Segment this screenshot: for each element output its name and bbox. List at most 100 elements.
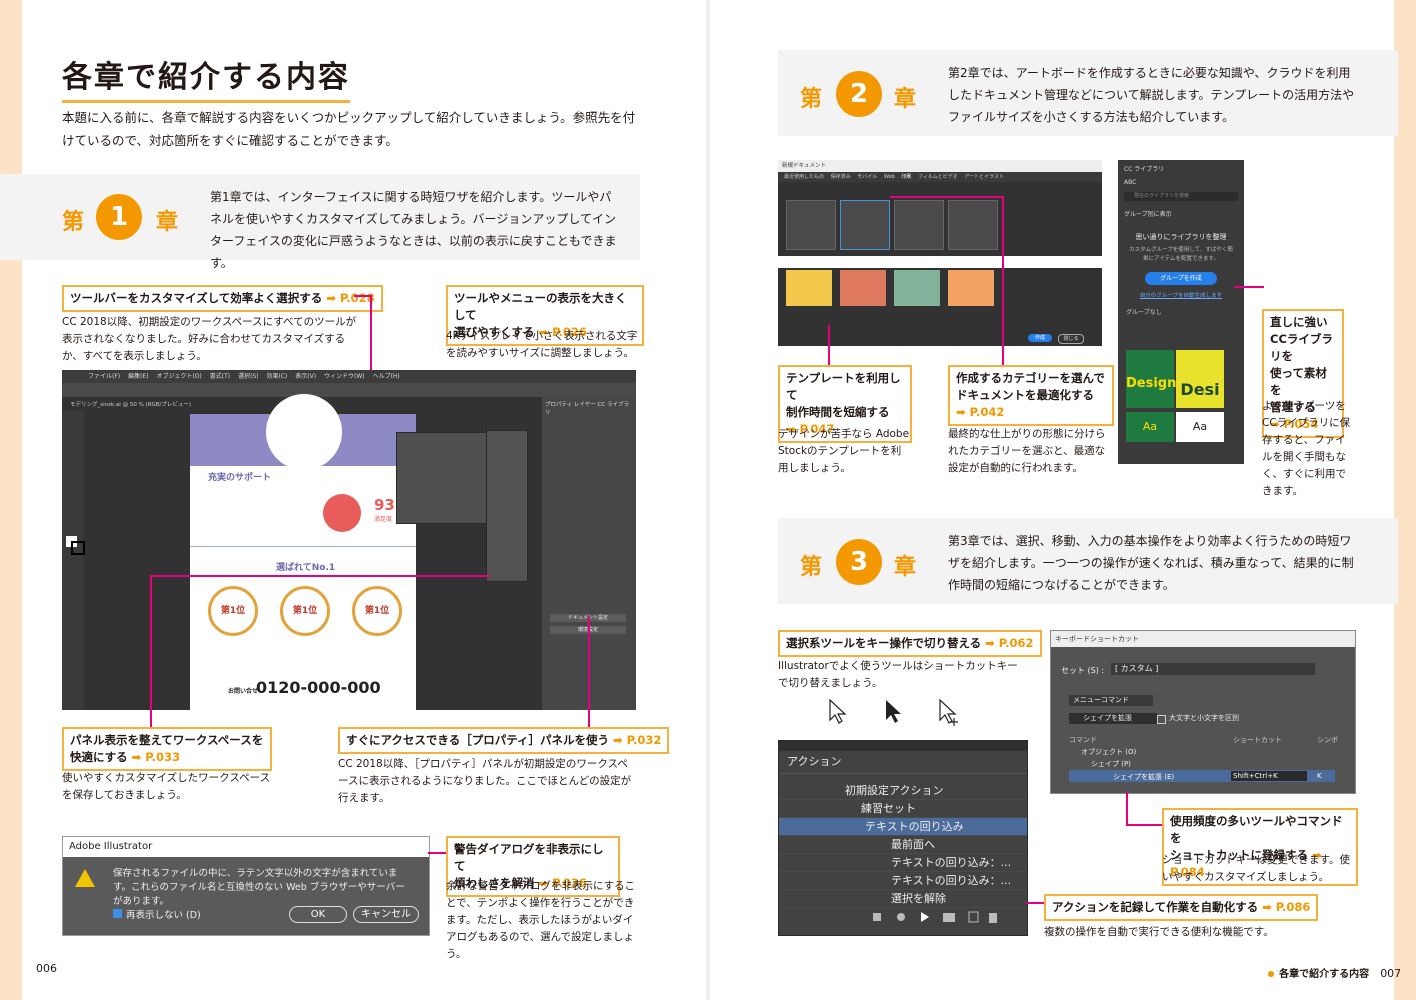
library-asset[interactable]: Aa bbox=[1176, 412, 1224, 442]
callout-body: CC 2018以降、初期設定のワークスペースにすべてのツールが表示されなくなりま… bbox=[62, 316, 357, 362]
leader-line bbox=[428, 852, 448, 854]
create-button[interactable]: 作成 bbox=[1028, 334, 1052, 342]
template-thumb[interactable] bbox=[948, 270, 994, 306]
library-asset[interactable]: Aa bbox=[1126, 412, 1174, 442]
create-group-button[interactable]: グループを作成 bbox=[1145, 272, 1217, 285]
action-step-row[interactable]: 選択を解除 bbox=[779, 890, 1027, 908]
template-tab[interactable]: フィルムとビデオ bbox=[918, 174, 958, 180]
library-search[interactable]: 現在のライブラリを検索 bbox=[1124, 192, 1238, 201]
library-asset[interactable]: Design bbox=[1126, 350, 1176, 408]
divider bbox=[190, 546, 416, 547]
stat-value: 93 bbox=[374, 496, 395, 514]
set-select[interactable]: [ カスタム ] bbox=[1111, 663, 1315, 675]
leader-line bbox=[1026, 902, 1046, 904]
preset-card[interactable] bbox=[840, 200, 890, 250]
dialog-checkbox[interactable] bbox=[113, 909, 122, 918]
preset-card[interactable] bbox=[894, 200, 944, 250]
panel-tab[interactable]: アクション bbox=[779, 751, 1027, 774]
cancel-button[interactable]: キャンセル bbox=[353, 906, 419, 923]
callout-panels: パネル表示を整えてワークスペースを 快適にする ➡ P.033 bbox=[62, 727, 272, 771]
floating-panel bbox=[396, 432, 488, 524]
menu-item[interactable]: 選択(S) bbox=[238, 373, 259, 380]
chapter-3-pre: 第 bbox=[800, 555, 823, 580]
action-step-row[interactable]: テキストの回り込み：... bbox=[779, 854, 1027, 872]
ok-button[interactable]: OK bbox=[289, 906, 347, 923]
menu-item[interactable]: 書式(T) bbox=[210, 373, 230, 380]
leader-line bbox=[150, 575, 490, 577]
shortcut-search[interactable]: シェイプを拡張 bbox=[1069, 713, 1157, 724]
document-tab[interactable]: モデリング_sinsk.ai @ 50 % (RGB/プレビュー) bbox=[70, 400, 230, 409]
action-step-row[interactable]: テキストの回り込み：... bbox=[779, 872, 1027, 890]
template-thumb[interactable] bbox=[786, 270, 832, 306]
callout-title: 快適にする bbox=[70, 750, 128, 764]
group-selection-tool-icon bbox=[939, 698, 957, 724]
close-button[interactable]: 閉じる bbox=[1058, 334, 1084, 344]
callout-body: 4Kディスプレイで小さく表示される文字を読みやすいサイズに調整しましょう。 bbox=[446, 330, 638, 359]
leader-line bbox=[1002, 196, 1004, 366]
tree-row[interactable]: オブジェクト (O) bbox=[1081, 747, 1136, 757]
action-step-row[interactable]: 最前面へ bbox=[779, 836, 1027, 854]
template-tab[interactable]: 最近使用したもの bbox=[784, 174, 824, 180]
speech-bubble bbox=[266, 394, 342, 470]
case-checkbox[interactable] bbox=[1157, 715, 1166, 724]
menu-bar: ファイル(F) 編集(E) オブジェクト(O) 書式(T) 選択(S) 効果(C… bbox=[62, 370, 636, 383]
callout-body: よく使うパーツをCCライブラリに保存すると、ファイルを開く手間もなく、すぐに利用… bbox=[1262, 400, 1351, 497]
shortcut-field[interactable]: Shift+Ctrl+K bbox=[1231, 771, 1307, 781]
panel-dock bbox=[486, 430, 528, 582]
artboard-heading: 充実のサポート bbox=[208, 473, 272, 483]
preset-card[interactable] bbox=[948, 200, 998, 250]
col-header: コマンド bbox=[1069, 736, 1097, 744]
callout-body: 最終的な仕上がりの形態に分けられたカテゴリーを選ぶと、最適な設定が自動的に行われ… bbox=[948, 428, 1106, 474]
lead-text: 本題に入る前に、各章で解説する内容をいくつかピックアップして紹介していきましょう… bbox=[62, 110, 636, 148]
template-tab[interactable]: 印刷 bbox=[901, 174, 911, 180]
menu-command-select[interactable]: メニューコマンド bbox=[1069, 695, 1153, 706]
actions-toolbar bbox=[873, 911, 997, 923]
panel-tab[interactable]: CC ライブラリ bbox=[1118, 160, 1244, 177]
phone-number: 0120-000-000 bbox=[256, 678, 381, 697]
keyboard-shortcut-dialog: キーボードショートカット セット (S) : [ カスタム ] メニューコマンド… bbox=[1050, 630, 1356, 794]
template-tab[interactable]: アートとイラスト bbox=[964, 174, 1004, 180]
leader-line bbox=[828, 325, 830, 365]
callout-body: 複数の操作を自動で実行できる便利な機能です。 bbox=[1044, 926, 1274, 938]
preset-card[interactable] bbox=[786, 200, 836, 250]
artboard: 充実のサポート 93 満足度 選ばれてNo.1 第1位 第1位 第1位 お問い合… bbox=[190, 394, 416, 710]
callout-title: すぐにアクセスできる［プロパティ］パネルを使う bbox=[346, 733, 610, 747]
library-asset[interactable]: Desi bbox=[1176, 350, 1224, 408]
template-tab[interactable]: 保存済み bbox=[831, 174, 851, 180]
page-ref: ➡ P.032 bbox=[613, 733, 662, 747]
leader-line bbox=[354, 295, 372, 297]
symbol-field[interactable]: K bbox=[1317, 772, 1322, 780]
stat-label: 満足度 bbox=[374, 516, 393, 523]
template-tab[interactable]: モバイル bbox=[857, 174, 877, 180]
record-icon bbox=[897, 913, 905, 921]
panel-tab-properties[interactable]: プロパティ bbox=[545, 402, 572, 408]
menu-item[interactable]: 効果(C) bbox=[267, 373, 288, 380]
menu-item[interactable]: 編集(E) bbox=[128, 373, 148, 380]
page-ref: ➡ P.028 bbox=[326, 291, 375, 305]
page-ref: ➡ P.062 bbox=[985, 636, 1034, 650]
right-edge-band bbox=[1394, 0, 1416, 1000]
leader-line bbox=[588, 617, 590, 729]
auto-group-link[interactable]: 自分のグループを自動生成します bbox=[1118, 291, 1244, 299]
menu-item[interactable]: ウィンドウ(W) bbox=[324, 373, 365, 380]
action-row-selected[interactable]: テキストの回り込み bbox=[779, 818, 1027, 836]
set-label: セット (S) : bbox=[1061, 666, 1105, 675]
template-thumb[interactable] bbox=[840, 270, 886, 306]
tree-row[interactable]: シェイプ (P) bbox=[1091, 759, 1131, 769]
group-view-toggle[interactable]: グループ別に表示 bbox=[1118, 205, 1244, 222]
menu-item[interactable]: ファイル(F) bbox=[88, 373, 120, 380]
promo-body: カスタムグループを使用して、すばやく簡単にアイテムを配置できます。 bbox=[1129, 247, 1233, 262]
page-ref: ➡ P.042 bbox=[956, 405, 1005, 419]
panel-tab-layers[interactable]: レイヤー bbox=[574, 402, 596, 408]
action-set-row[interactable]: 初期設定アクション bbox=[779, 782, 1027, 800]
menu-item[interactable]: オブジェクト(O) bbox=[156, 373, 201, 380]
callout-body: Illustratorでよく使うツールはショートカットキーで切り替えましょう。 bbox=[778, 660, 1018, 689]
stroke-swatch[interactable] bbox=[71, 541, 85, 555]
torn-edge bbox=[778, 256, 1102, 268]
template-tab[interactable]: Web bbox=[884, 174, 895, 180]
template-thumb[interactable] bbox=[894, 270, 940, 306]
menu-item[interactable]: ヘルプ(H) bbox=[373, 373, 400, 380]
menu-item[interactable]: 表示(V) bbox=[295, 373, 316, 380]
page-number-left: 006 bbox=[36, 962, 57, 975]
action-set-row[interactable]: 練習セット bbox=[779, 800, 1027, 818]
